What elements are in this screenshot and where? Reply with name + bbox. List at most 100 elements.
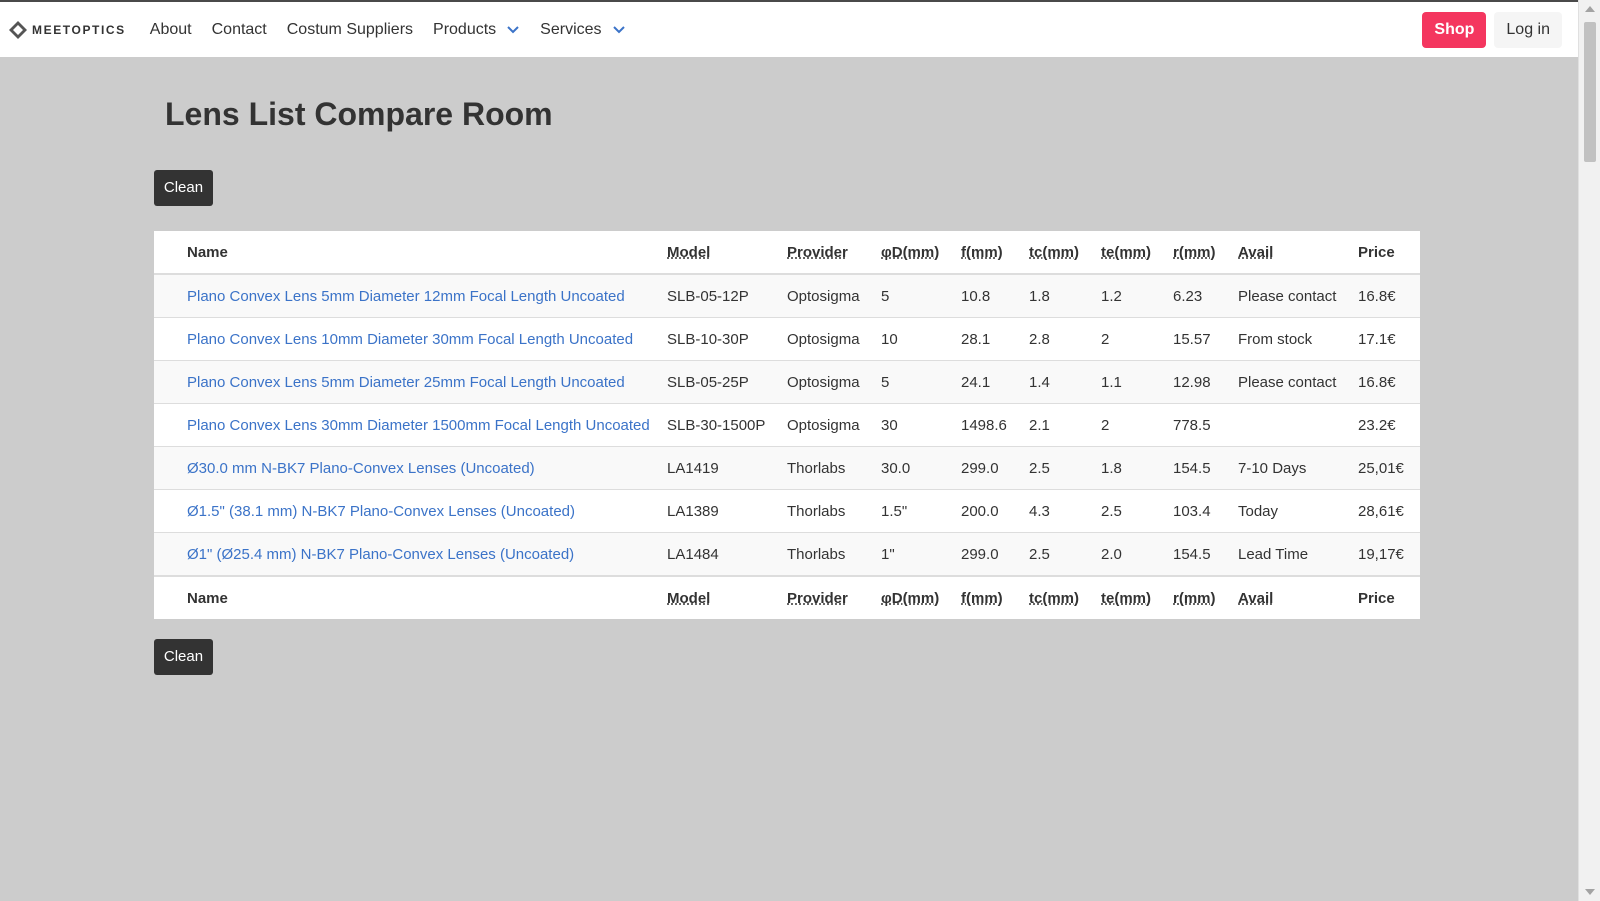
cell-diameter: 5: [881, 273, 961, 318]
cell-te: 1.1: [1101, 360, 1173, 404]
cell-model: SLB-05-25P: [667, 360, 787, 404]
col-footer-focal: f(mm): [961, 575, 1029, 619]
cell-diameter: 1.5": [881, 489, 961, 533]
brand-name: MEETOPTICS: [32, 22, 126, 37]
cell-tc: 2.5: [1029, 446, 1101, 490]
col-footer-te: te(mm): [1101, 575, 1173, 619]
cell-focal: 200.0: [961, 489, 1029, 533]
table-row: Plano Convex Lens 30mm Diameter 1500mm F…: [154, 403, 1420, 447]
lens-name-link[interactable]: Plano Convex Lens 5mm Diameter 25mm Foca…: [187, 374, 625, 391]
scroll-up-arrow-icon[interactable]: [1585, 6, 1595, 12]
cell-provider: Optosigma: [787, 403, 881, 447]
table-row: Plano Convex Lens 5mm Diameter 25mm Foca…: [154, 360, 1420, 404]
vertical-scrollbar[interactable]: [1578, 0, 1600, 901]
col-header-avail[interactable]: Avail: [1238, 231, 1358, 275]
lens-name-link[interactable]: Ø1.5" (38.1 mm) N-BK7 Plano-Convex Lense…: [187, 503, 575, 520]
cell-model: SLB-05-12P: [667, 273, 787, 318]
col-header-model[interactable]: Model: [667, 231, 787, 275]
cell-tc: 1.8: [1029, 273, 1101, 318]
cell-focal: 28.1: [961, 317, 1029, 361]
cell-price: 25,01€: [1358, 446, 1420, 490]
cell-te: 2.5: [1101, 489, 1173, 533]
nav-about[interactable]: About: [150, 21, 192, 39]
cell-focal: 24.1: [961, 360, 1029, 404]
col-header-focal[interactable]: f(mm): [961, 231, 1029, 275]
cell-provider: Optosigma: [787, 273, 881, 318]
nav-services-dropdown[interactable]: Services: [540, 21, 625, 39]
cell-model: SLB-30-1500P: [667, 403, 787, 447]
col-footer-name: Name: [154, 575, 667, 619]
col-header-r[interactable]: r(mm): [1173, 231, 1238, 275]
page: MEETOPTICS About Contact Costum Supplier…: [0, 0, 1578, 901]
cell-model: LA1389: [667, 489, 787, 533]
cell-price: 19,17€: [1358, 532, 1420, 576]
cell-r: 778.5: [1173, 403, 1238, 447]
col-footer-price: Price: [1358, 575, 1420, 619]
cell-price: 23.2€: [1358, 403, 1420, 447]
lens-name-link[interactable]: Plano Convex Lens 10mm Diameter 30mm Foc…: [187, 331, 633, 348]
cell-price: 16.8€: [1358, 360, 1420, 404]
col-header-te[interactable]: te(mm): [1101, 231, 1173, 275]
col-footer-avail: Avail: [1238, 575, 1358, 619]
cell-te: 1.2: [1101, 273, 1173, 318]
nav-products-dropdown[interactable]: Products: [433, 21, 520, 39]
col-header-price[interactable]: Price: [1358, 231, 1420, 275]
nav-products-label: Products: [433, 20, 497, 38]
navbar: MEETOPTICS About Contact Costum Supplier…: [0, 2, 1578, 57]
col-header-tc[interactable]: tc(mm): [1029, 231, 1101, 275]
nav-services-label: Services: [540, 20, 602, 38]
brand-logo[interactable]: MEETOPTICS: [8, 20, 126, 40]
table-header-row: Name Model Provider φD(mm) f(mm) tc(mm) …: [154, 231, 1420, 275]
cell-avail: Lead Time: [1238, 532, 1358, 576]
col-footer-diameter: φD(mm): [881, 575, 961, 619]
cell-avail: [1238, 403, 1358, 447]
cell-model: SLB-10-30P: [667, 317, 787, 361]
table-row: Plano Convex Lens 10mm Diameter 30mm Foc…: [154, 317, 1420, 361]
logo-icon: [9, 20, 27, 39]
cell-provider: Thorlabs: [787, 532, 881, 576]
cell-price: 17.1€: [1358, 317, 1420, 361]
cell-r: 15.57: [1173, 317, 1238, 361]
cell-diameter: 30: [881, 403, 961, 447]
nav-contact[interactable]: Contact: [212, 21, 267, 39]
clean-button-top[interactable]: Clean: [154, 170, 213, 206]
col-header-provider[interactable]: Provider: [787, 231, 881, 275]
cell-provider: Optosigma: [787, 317, 881, 361]
cell-avail: Today: [1238, 489, 1358, 533]
shop-button[interactable]: Shop: [1422, 11, 1487, 48]
scrollbar-thumb[interactable]: [1584, 22, 1596, 162]
cell-diameter: 1": [881, 532, 961, 576]
cell-avail: 7-10 Days: [1238, 446, 1358, 490]
page-title: Lens List Compare Room: [165, 96, 553, 132]
cell-diameter: 5: [881, 360, 961, 404]
cell-tc: 1.4: [1029, 360, 1101, 404]
nav-costum-suppliers[interactable]: Costum Suppliers: [287, 21, 413, 39]
lens-name-link[interactable]: Plano Convex Lens 30mm Diameter 1500mm F…: [187, 417, 650, 434]
chevron-down-icon: [612, 25, 625, 33]
lens-name-link[interactable]: Ø1" (Ø25.4 mm) N-BK7 Plano-Convex Lenses…: [187, 546, 574, 563]
chevron-down-icon: [507, 25, 519, 33]
col-footer-provider: Provider: [787, 575, 881, 619]
lens-name-link[interactable]: Ø30.0 mm N-BK7 Plano-Convex Lenses (Unco…: [187, 460, 535, 477]
cell-diameter: 10: [881, 317, 961, 361]
cell-diameter: 30.0: [881, 446, 961, 490]
compare-table: Name Model Provider φD(mm) f(mm) tc(mm) …: [154, 231, 1420, 619]
cell-model: LA1484: [667, 532, 787, 576]
cell-provider: Optosigma: [787, 360, 881, 404]
col-header-name[interactable]: Name: [154, 231, 667, 275]
cell-provider: Thorlabs: [787, 489, 881, 533]
lens-name-link[interactable]: Plano Convex Lens 5mm Diameter 12mm Foca…: [187, 288, 625, 305]
nav-actions: Shop Log in: [1422, 11, 1562, 48]
login-button[interactable]: Log in: [1494, 11, 1562, 48]
scroll-down-arrow-icon[interactable]: [1585, 889, 1595, 895]
cell-tc: 2.5: [1029, 532, 1101, 576]
col-header-diameter[interactable]: φD(mm): [881, 231, 961, 275]
cell-avail: From stock: [1238, 317, 1358, 361]
clean-button-bottom[interactable]: Clean: [154, 639, 213, 675]
cell-provider: Thorlabs: [787, 446, 881, 490]
cell-price: 16.8€: [1358, 273, 1420, 318]
cell-avail: Please contact: [1238, 273, 1358, 318]
cell-focal: 299.0: [961, 532, 1029, 576]
cell-te: 2.0: [1101, 532, 1173, 576]
table-row: Plano Convex Lens 5mm Diameter 12mm Foca…: [154, 273, 1420, 318]
